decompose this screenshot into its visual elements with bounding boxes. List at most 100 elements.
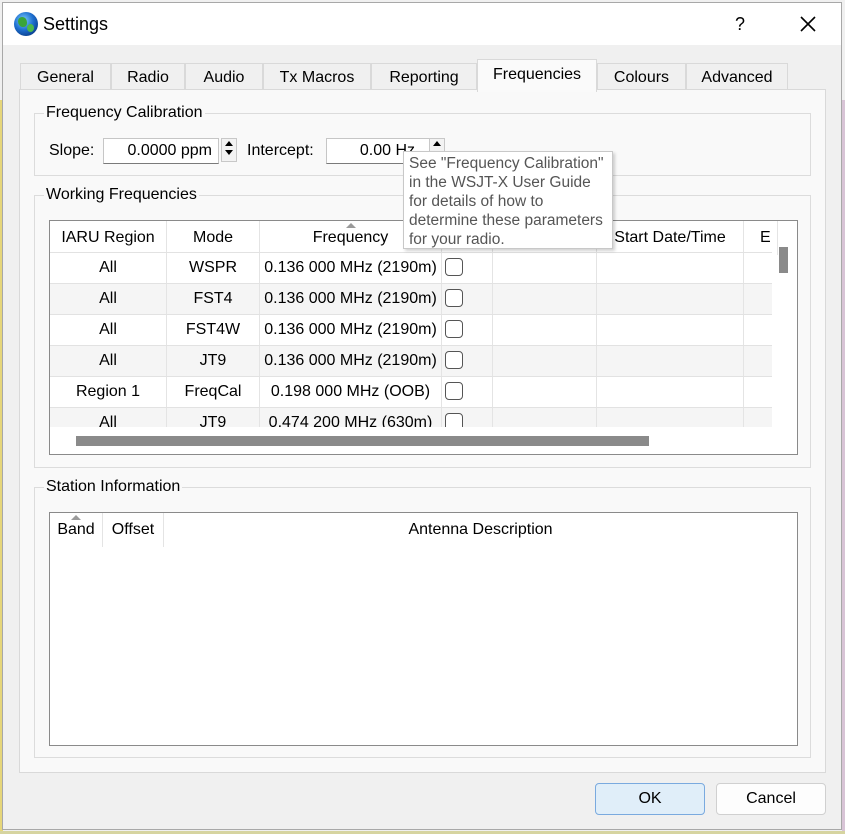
preferred-checkbox[interactable]	[445, 351, 463, 369]
tab-tx-macros[interactable]: Tx Macros	[263, 63, 371, 90]
tooltip: See "Frequency Calibration" in the WSJT-…	[403, 151, 613, 249]
preferred-checkbox[interactable]	[445, 258, 463, 276]
settings-dialog: Settings ? General Radio Audio Tx Macros…	[2, 2, 842, 830]
cell-preferred	[442, 377, 493, 407]
window-title: Settings	[43, 14, 109, 34]
cell-description	[493, 253, 597, 283]
cell-start-date	[597, 377, 744, 407]
tab-frequencies[interactable]: Frequencies	[477, 59, 597, 92]
cell-frequency: 0.136 000 MHz (2190m)	[260, 315, 442, 345]
working-frequencies-table[interactable]: IARU Region Mode Frequency Start Date/Ti…	[49, 220, 798, 455]
cell-mode: FST4W	[167, 315, 260, 345]
cell-region: All	[50, 346, 167, 376]
column-header-antenna-description[interactable]: Antenna Description	[164, 513, 797, 547]
ok-button[interactable]: OK	[595, 783, 705, 815]
cell-region: All	[50, 253, 167, 283]
cell-start-date	[597, 408, 744, 427]
tab-general[interactable]: General	[20, 63, 111, 90]
cell-preferred	[442, 346, 493, 376]
cell-region: All	[50, 408, 167, 427]
preferred-checkbox[interactable]	[445, 413, 463, 427]
table-row[interactable]: Region 1 FreqCal 0.198 000 MHz (OOB)	[50, 376, 772, 407]
preferred-checkbox[interactable]	[445, 289, 463, 307]
cell-mode: JT9	[167, 346, 260, 376]
tooltip-line: determine these parameters	[409, 212, 603, 229]
tab-reporting[interactable]: Reporting	[371, 63, 477, 90]
cell-frequency: 0.474 200 MHz (630m)	[260, 408, 442, 427]
vertical-scrollbar-thumb[interactable]	[779, 247, 788, 273]
cell-mode: FST4	[167, 284, 260, 314]
tab-advanced[interactable]: Advanced	[686, 63, 788, 90]
cancel-button[interactable]: Cancel	[716, 783, 826, 815]
cell-description	[493, 408, 597, 427]
cell-description	[493, 315, 597, 345]
table-row[interactable]: All FST4 0.136 000 MHz (2190m)	[50, 283, 772, 314]
tab-label: Reporting	[389, 69, 459, 86]
sort-ascending-icon	[71, 515, 81, 520]
group-title: Working Frequencies	[44, 186, 199, 204]
group-title: Station Information	[44, 478, 183, 496]
tab-label: Tx Macros	[279, 69, 355, 86]
tab-label: Audio	[203, 69, 245, 86]
table-row[interactable]: All FST4W 0.136 000 MHz (2190m)	[50, 314, 772, 345]
cell-description	[493, 346, 597, 376]
cell-preferred	[442, 315, 493, 345]
tooltip-line: in the WSJT-X User Guide	[409, 174, 591, 191]
tab-label: Frequencies	[492, 66, 582, 83]
tab-radio[interactable]: Radio	[111, 63, 185, 90]
cell-preferred	[442, 253, 493, 283]
horizontal-scrollbar-thumb[interactable]	[76, 436, 649, 446]
tab-audio[interactable]: Audio	[185, 63, 263, 90]
sort-ascending-icon	[346, 223, 356, 228]
group-title: Frequency Calibration	[44, 104, 205, 122]
intercept-label: Intercept:	[247, 142, 314, 159]
station-information-group: Station Information Band Offset Antenna …	[34, 478, 811, 758]
column-header-start-date[interactable]: Start Date/Time	[597, 221, 744, 255]
station-information-table[interactable]: Band Offset Antenna Description	[49, 512, 798, 746]
cell-frequency: 0.136 000 MHz (2190m)	[260, 284, 442, 314]
cell-frequency: 0.198 000 MHz (OOB)	[260, 377, 442, 407]
preferred-checkbox[interactable]	[445, 382, 463, 400]
cell-preferred	[442, 284, 493, 314]
slope-label: Slope:	[49, 142, 95, 159]
tab-colours[interactable]: Colours	[597, 63, 686, 90]
title-bar[interactable]: Settings ?	[3, 3, 841, 45]
globe-icon	[14, 12, 38, 36]
close-button[interactable]	[791, 10, 825, 38]
cell-frequency: 0.136 000 MHz (2190m)	[260, 253, 442, 283]
slope-value: 0.0000 ppm	[127, 142, 212, 159]
cell-start-date	[597, 253, 744, 283]
slope-spinbox[interactable]: 0.0000 ppm	[103, 138, 219, 164]
cell-preferred	[442, 408, 493, 427]
cell-mode: FreqCal	[167, 377, 260, 407]
cell-description	[493, 377, 597, 407]
tab-label: Radio	[127, 69, 169, 86]
close-icon	[800, 16, 816, 32]
table-row[interactable]: All JT9 0.136 000 MHz (2190m)	[50, 345, 772, 376]
tab-label: General	[37, 69, 94, 86]
spin-down-icon[interactable]	[225, 150, 233, 155]
column-header-offset[interactable]: Offset	[103, 513, 164, 547]
cell-region: All	[50, 284, 167, 314]
cell-frequency: 0.136 000 MHz (2190m)	[260, 346, 442, 376]
cell-start-date	[597, 315, 744, 345]
spin-up-icon[interactable]	[225, 141, 233, 146]
help-button[interactable]: ?	[725, 10, 755, 38]
spin-up-icon[interactable]	[433, 141, 441, 146]
tab-label: Colours	[613, 69, 670, 86]
slope-spin-buttons[interactable]	[221, 138, 237, 162]
cell-region: Region 1	[50, 377, 167, 407]
cell-region: All	[50, 315, 167, 345]
cell-mode: JT9	[167, 408, 260, 427]
column-header-region[interactable]: IARU Region	[50, 221, 167, 255]
table-row[interactable]: All JT9 0.474 200 MHz (630m)	[50, 407, 772, 427]
table-row[interactable]: All WSPR 0.136 000 MHz (2190m)	[50, 252, 772, 283]
cell-start-date	[597, 284, 744, 314]
tab-label: Advanced	[701, 69, 773, 86]
column-header-end-date[interactable]: E	[744, 221, 778, 255]
cell-description	[493, 284, 597, 314]
intercept-spin-buttons[interactable]	[429, 138, 445, 152]
column-header-mode[interactable]: Mode	[167, 221, 260, 255]
preferred-checkbox[interactable]	[445, 320, 463, 338]
cell-mode: WSPR	[167, 253, 260, 283]
